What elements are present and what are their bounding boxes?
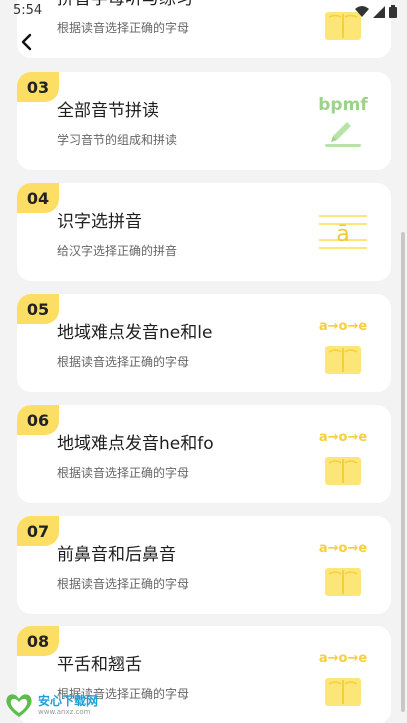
aoe-book-icon: a→o→e	[319, 651, 367, 706]
aoe-book-icon: a→o→e	[319, 319, 367, 374]
bpmf-icon: bpmf	[318, 95, 368, 147]
lesson-card-07[interactable]: 07 前鼻音和后鼻音 根据读音选择正确的字母 a→o→e	[17, 516, 391, 614]
card-number-badge: 07	[17, 516, 59, 546]
card-subtitle: 给汉字选择正确的拼音	[57, 244, 178, 258]
chevron-left-icon	[21, 33, 32, 51]
svg-text:a→o→e: a→o→e	[319, 430, 367, 445]
watermark-text: 安心下载网 www.anxz.com	[38, 693, 99, 716]
lesson-card-03[interactable]: 03 全部音节拼读 学习音节的组成和拼读 bpmf	[17, 72, 391, 170]
card-title: 地域难点发音ne和le	[57, 323, 213, 343]
svg-text:bpmf: bpmf	[318, 95, 368, 115]
card-number-badge: 03	[17, 72, 59, 102]
watermark-url: www.anxz.com	[38, 707, 91, 716]
aoe-book-icon: a→o→e	[319, 541, 367, 596]
card-subtitle: 根据读音选择正确的字母	[57, 355, 190, 369]
svg-text:ā: ā	[336, 222, 349, 247]
card-number-badge: 08	[17, 626, 59, 656]
card-title: 全部音节拼读	[57, 101, 159, 121]
card-subtitle: 根据读音选择正确的字母	[57, 577, 190, 591]
card-title: 平舌和翘舌	[57, 655, 142, 675]
lesson-card-05[interactable]: 05 地域难点发音ne和le 根据读音选择正确的字母 a→o→e	[17, 294, 391, 392]
card-title: 前鼻音和后鼻音	[57, 545, 176, 565]
status-bar: 5:54	[0, 0, 407, 24]
screen: 5:54 拼音字母听与练习 根据读音选择正确的字母 03 全部音节拼读 学习音节…	[0, 0, 407, 723]
card-number-badge: 06	[17, 405, 59, 435]
status-icons	[355, 5, 397, 18]
wifi-icon	[355, 5, 369, 17]
svg-text:a→o→e: a→o→e	[319, 319, 367, 334]
aoe-book-icon: a→o→e	[319, 430, 367, 485]
heart-logo-icon	[6, 694, 32, 717]
lesson-card-06[interactable]: 06 地域难点发音he和fo 根据读音选择正确的字母 a→o→e	[17, 405, 391, 503]
svg-text:a→o→e: a→o→e	[319, 541, 367, 556]
scrollbar[interactable]	[401, 232, 405, 712]
watermark-name: 安心下载网	[38, 693, 99, 708]
battery-icon	[389, 5, 397, 18]
card-subtitle: 学习音节的组成和拼读	[57, 133, 178, 147]
status-time: 5:54	[13, 3, 43, 18]
card-number-badge: 04	[17, 183, 59, 213]
pinyin-a-icon: ā	[319, 215, 367, 249]
lesson-card-04[interactable]: 04 识字选拼音 给汉字选择正确的拼音 ā	[17, 183, 391, 281]
card-title: 识字选拼音	[57, 212, 142, 232]
svg-text:a→o→e: a→o→e	[319, 651, 367, 666]
card-title: 地域难点发音he和fo	[57, 434, 214, 454]
card-subtitle: 根据读音选择正确的字母	[57, 466, 190, 480]
back-button[interactable]	[12, 28, 40, 56]
card-number-badge: 05	[17, 294, 59, 324]
watermark-logo: 安心下载网 www.anxz.com	[4, 690, 114, 720]
signal-icon	[373, 5, 385, 18]
